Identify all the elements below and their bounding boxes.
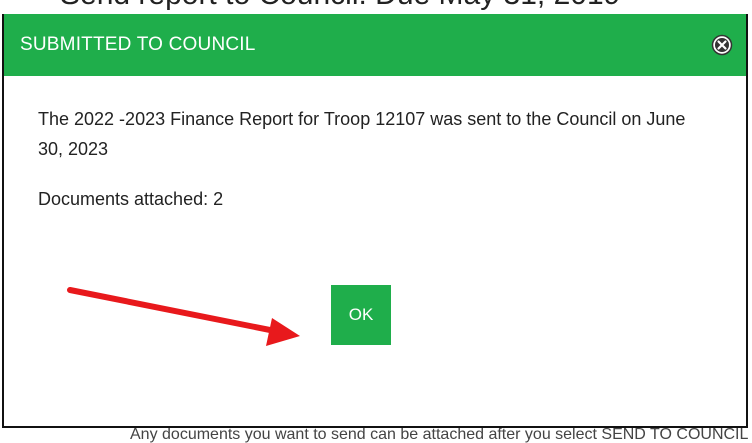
dialog-message: The 2022 -2023 Finance Report for Troop … <box>38 109 686 159</box>
dialog-header: SUBMITTED TO COUNCIL <box>4 14 746 76</box>
dialog-title: SUBMITTED TO COUNCIL <box>20 34 256 55</box>
annotation-arrow-icon <box>67 287 300 346</box>
documents-attached: Documents attached: 2 <box>38 189 224 209</box>
submitted-dialog: SUBMITTED TO COUNCIL The 2022 -2023 Fina… <box>2 14 748 428</box>
close-circle-icon[interactable] <box>710 33 734 57</box>
dialog-body: The 2022 -2023 Finance Report for Troop … <box>4 76 746 214</box>
background-instruction: Any documents you want to send can be at… <box>130 426 749 443</box>
ok-button[interactable]: OK <box>331 285 391 345</box>
page: Send report to Council. Due May 31, 2019… <box>0 0 752 443</box>
background-heading: Send report to Council. Due May 31, 2019 <box>60 0 620 12</box>
